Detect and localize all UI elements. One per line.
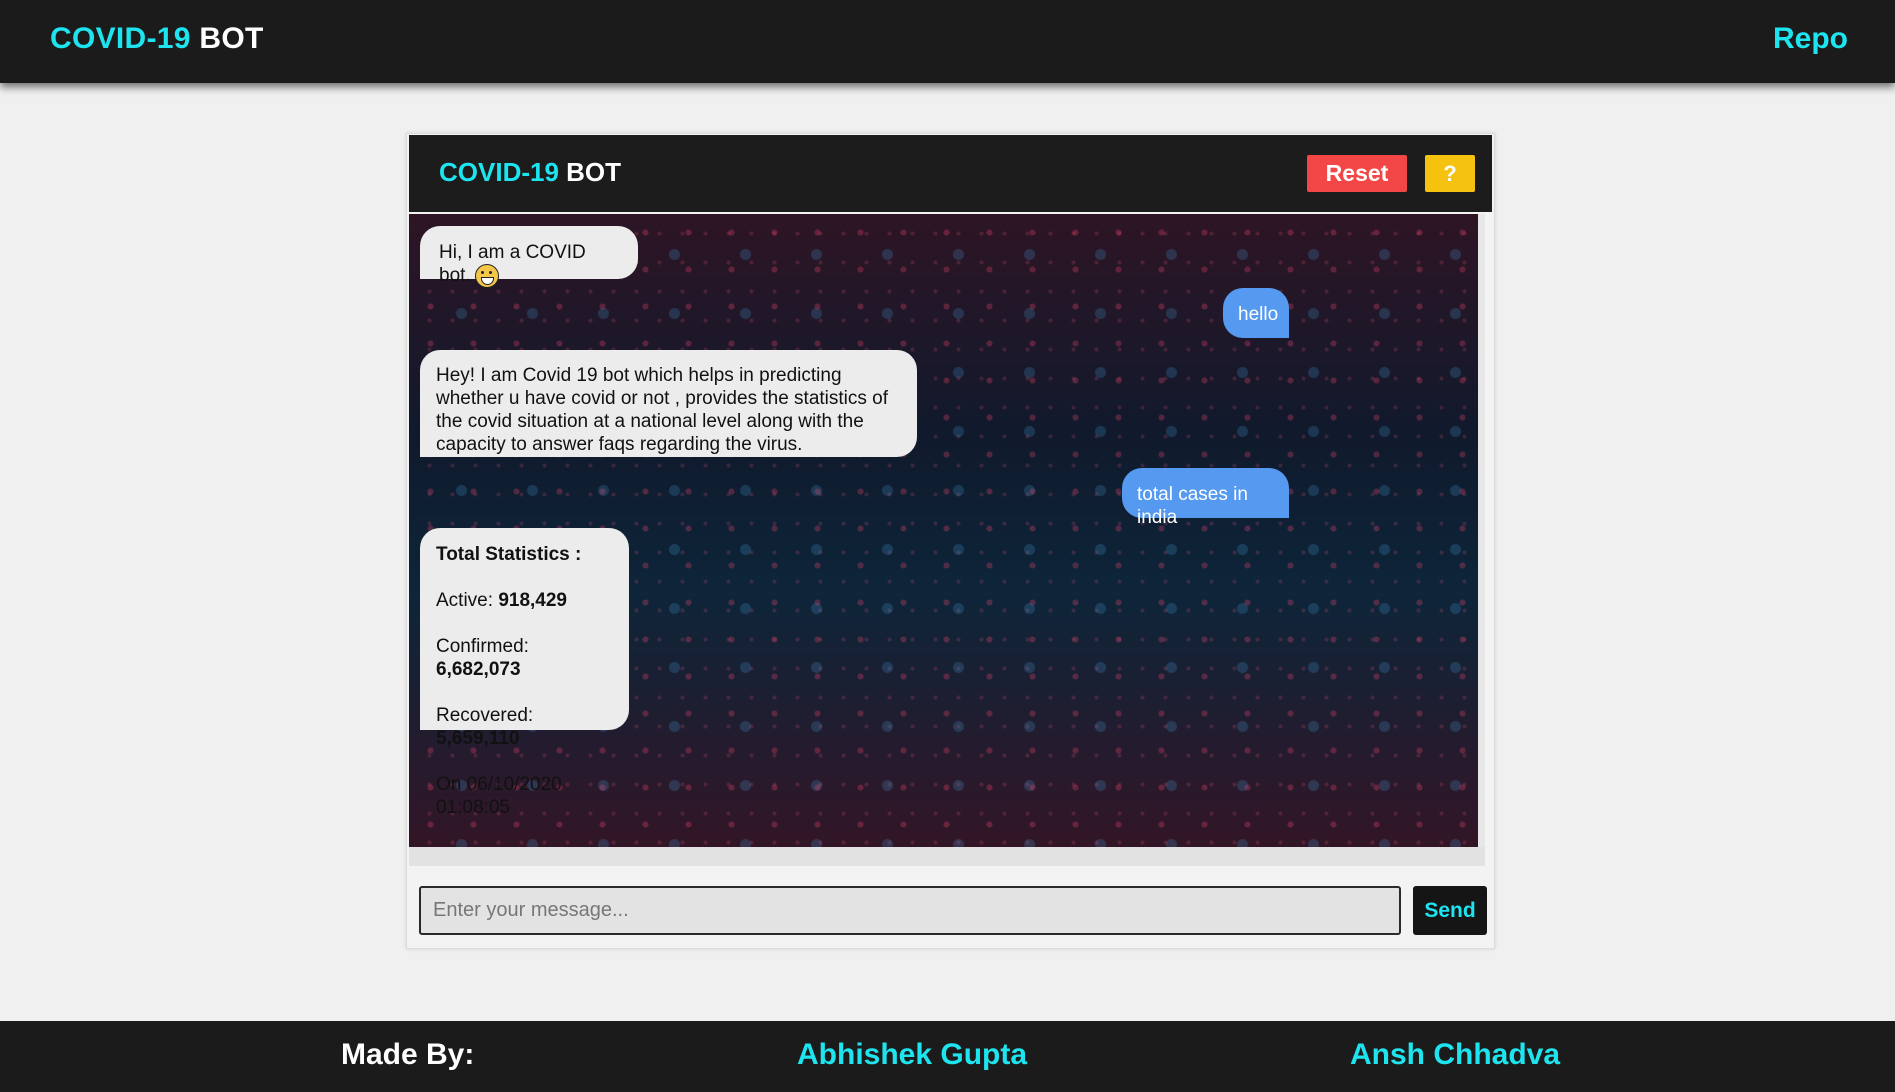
repo-link[interactable]: Repo [1773,22,1848,56]
vertical-scrollbar[interactable] [1478,214,1485,847]
chat-panel: COVID-19 BOT Reset ? Hi, I am a COVID bo… [406,133,1495,949]
stats-recovered-label: Recovered: [436,705,534,726]
bot-message-text: Hi, I am a COVID bot. [439,242,586,287]
user-message: hello [1223,288,1289,338]
top-navbar: COVID-19 BOT Repo [0,0,1895,83]
stats-confirmed-label: Confirmed: [436,636,529,657]
stats-active: Active: 918,429 [436,589,613,612]
reset-button[interactable]: Reset [1307,155,1407,192]
bot-message: Hey! I am Covid 19 bot which helps in pr… [420,350,917,457]
chat-header: COVID-19 BOT Reset ? [409,135,1492,212]
stats-recovered: Recovered: 5,659,110 [436,704,613,750]
user-message-text: hello [1238,304,1279,325]
bot-message-text: Hey! I am Covid 19 bot which helps in pr… [436,365,889,455]
stats-recovered-value: 5,659,110 [436,728,520,749]
user-message: total cases in india [1122,468,1289,528]
send-button[interactable]: Send [1413,886,1487,935]
brand-text-white: BOT [199,22,264,55]
brand-text-cyan: COVID-19 [50,22,191,55]
footer: Made By: Abhishek Gupta Ansh Chhadva [0,1021,1895,1092]
author-link-ansh[interactable]: Ansh Chhadva [1350,1038,1560,1072]
stats-heading: Total Statistics : [436,544,582,565]
bot-message: Hi, I am a COVID bot. [420,226,638,288]
stats-confirmed: Confirmed: 6,682,073 [436,635,613,681]
chat-title-cyan: COVID-19 [439,157,559,187]
message-input[interactable] [419,886,1401,935]
author-link-abhishek[interactable]: Abhishek Gupta [797,1038,1027,1072]
horizontal-scrollbar[interactable] [409,847,1485,866]
user-message-text: total cases in india [1137,484,1248,528]
stats-active-label: Active: [436,590,499,611]
chat-messages-area[interactable]: Hi, I am a COVID bot. hello Hey! I am Co… [409,214,1485,847]
help-button[interactable]: ? [1425,155,1475,192]
stats-active-value: 918,429 [498,590,567,611]
made-by-label: Made By: [341,1038,475,1071]
stats-timestamp: On 06/10/2020 01:08:05 [436,774,562,818]
chat-title-white: BOT [566,157,622,187]
grinning-face-icon [474,264,499,288]
bot-stats-message: Total Statistics : Active: 918,429 Confi… [420,528,629,818]
brand-logo[interactable]: COVID-19 BOT [50,22,264,56]
stats-confirmed-value: 6,682,073 [436,659,521,680]
message-composer: Send [419,886,1487,936]
chat-title: COVID-19 BOT [439,157,621,188]
